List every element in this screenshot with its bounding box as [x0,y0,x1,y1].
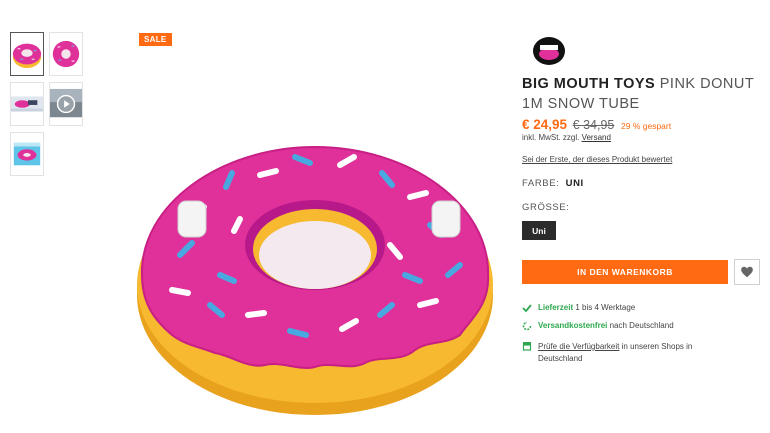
refresh-icon [522,321,532,331]
color-label: FARBE: [522,178,560,189]
color-value: UNI [565,178,584,189]
thumbnail-donut-front[interactable] [10,32,44,76]
thumbnail-video[interactable] [49,82,83,126]
size-label: GRÖSSE: [522,202,570,213]
donut-thumb-image [12,43,42,69]
stores-link[interactable]: Prüfe die Verfügbarkeit [538,342,619,351]
donut-top-thumb-image [52,40,80,68]
shipping-info: Versandkostenfrei nach Deutschland [522,321,674,331]
price-row: € 24,95 € 34,95 29 % gespart [522,117,671,132]
old-price: € 34,95 [572,118,615,132]
bigmouth-logo-icon [533,37,565,65]
heart-icon [741,266,753,278]
store-icon [522,341,532,351]
packaging-thumb-image [11,133,43,175]
sale-badge: SALE [139,33,172,46]
shipping-label: Versandkostenfrei [538,321,608,330]
tax-prefix: inkl. MwSt. zzgl. [522,133,580,142]
pink-donut-image [137,145,493,415]
savings-text: 29 % gespart [621,121,672,131]
delivery-info: Lieferzeit 1 bis 4 Werktage [522,303,635,313]
store-availability-info: Prüfe die Verfügbarkeit in unseren Shops… [522,341,732,365]
delivery-label: Lieferzeit [538,303,574,312]
thumbnail-snow-photo[interactable] [10,82,44,126]
product-main-image[interactable] [130,135,500,420]
shipping-link[interactable]: Versand [582,133,611,142]
video-thumb-image [50,83,82,125]
current-price: € 24,95 [522,117,568,132]
product-title: BIG MOUTH TOYS PINK DONUT 1M SNOW TUBE [522,74,757,114]
thumbnail-donut-top[interactable] [49,32,83,76]
brand-logo[interactable] [531,34,567,68]
delivery-text: 1 bis 4 Werktage [575,303,636,312]
wishlist-button[interactable] [734,259,760,285]
check-icon [522,303,532,313]
color-attribute: FARBE: UNI [522,178,584,189]
shipping-text: nach Deutschland [609,321,674,330]
size-option-button[interactable]: Uni [522,221,556,240]
add-to-cart-button[interactable]: IN DEN WARENKORB [522,260,728,284]
snow-photo-thumb-image [11,83,43,125]
product-brand: BIG MOUTH TOYS [522,76,656,92]
first-review-link[interactable]: Sei der Erste, der dieses Produkt bewert… [522,155,672,164]
thumbnail-packaging[interactable] [10,132,44,176]
tax-note: inkl. MwSt. zzgl. Versand [522,133,611,142]
